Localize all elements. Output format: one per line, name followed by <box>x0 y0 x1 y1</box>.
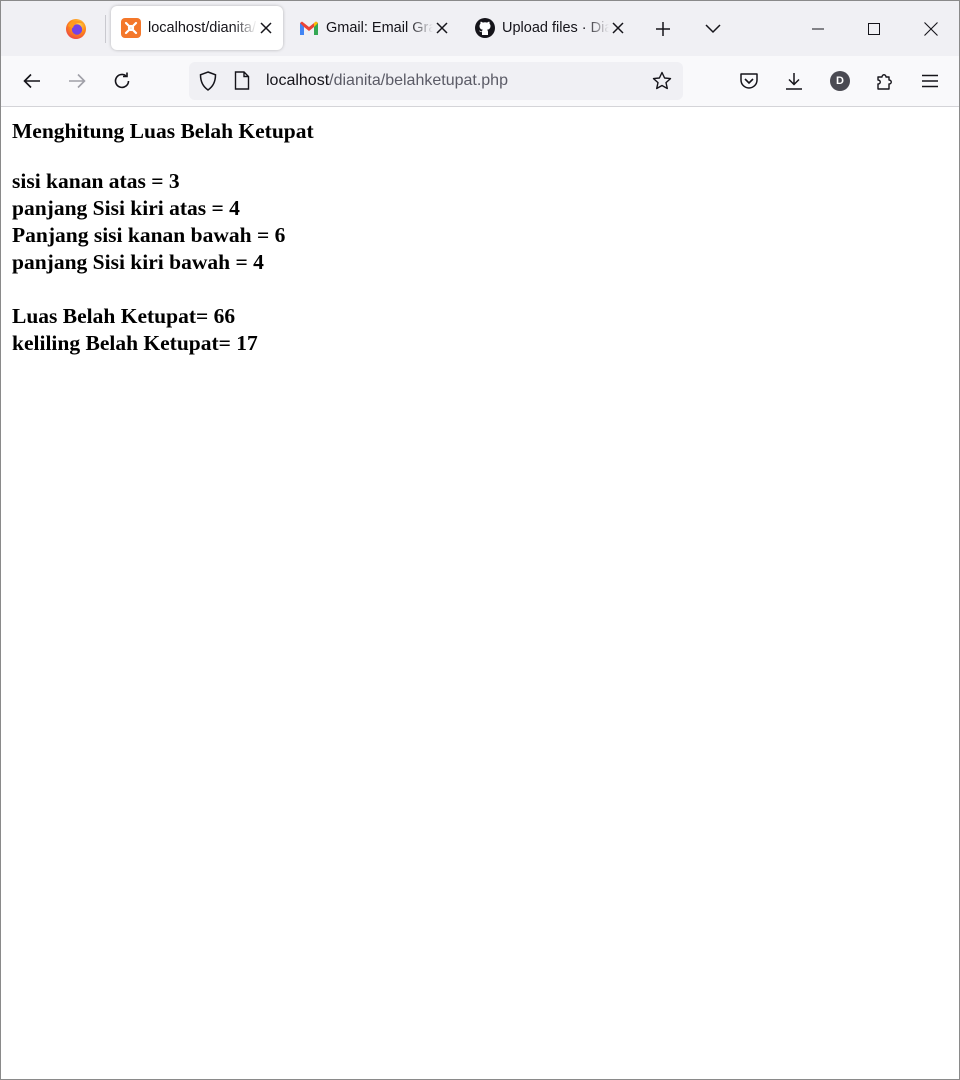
url-text[interactable]: localhost/dianita/belahketupat.php <box>266 72 508 90</box>
tab-localhost[interactable]: localhost/dianita/belahketupat.php <box>111 6 283 50</box>
download-icon <box>786 73 802 90</box>
forward-button[interactable] <box>61 65 93 97</box>
close-window-button[interactable] <box>903 1 959 56</box>
gmail-icon <box>299 18 319 38</box>
menu-button[interactable] <box>914 65 946 97</box>
area-result: Luas Belah Ketupat= 66 <box>12 304 236 328</box>
url-host: localhost <box>266 72 330 89</box>
back-button[interactable] <box>16 65 48 97</box>
tab-gmail[interactable]: Gmail: Email Gratis <box>289 6 459 50</box>
url-path: /dianita/belahketupat.php <box>329 72 508 89</box>
close-tab-icon[interactable] <box>257 19 275 37</box>
extensions-button[interactable] <box>869 65 901 97</box>
page-heading: Menghitung Luas Belah Ketupat <box>12 119 314 143</box>
url-bar[interactable]: localhost/dianita/belahketupat.php <box>189 62 683 100</box>
arrow-left-icon <box>23 73 40 89</box>
side-line: panjang Sisi kiri atas = 4 <box>12 196 240 220</box>
page-icon[interactable] <box>234 71 250 95</box>
chevron-down-icon <box>705 24 721 34</box>
avatar-initial: D <box>836 75 844 87</box>
close-icon <box>924 21 938 36</box>
xampp-icon <box>121 18 141 38</box>
perimeter-result: keliling Belah Ketupat= 17 <box>12 331 258 355</box>
hamburger-menu-icon <box>922 74 938 88</box>
side-line: panjang Sisi kiri bawah = 4 <box>12 250 264 274</box>
reload-button[interactable] <box>106 65 138 97</box>
close-tab-icon[interactable] <box>433 19 451 37</box>
puzzle-icon <box>877 74 892 90</box>
bookmark-star-icon[interactable] <box>652 71 672 96</box>
side-line: sisi kanan atas = 3 <box>12 169 180 193</box>
browser-window: localhost/dianita/belahketupat.php Gmail… <box>0 0 960 1080</box>
close-tab-icon[interactable] <box>609 19 627 37</box>
minimize-icon <box>812 28 824 29</box>
reload-icon <box>114 72 130 89</box>
navigation-toolbar: localhost/dianita/belahketupat.php D <box>1 56 959 107</box>
page-content: Menghitung Luas Belah Ketupat sisi kanan… <box>12 107 942 357</box>
maximize-icon <box>868 22 880 35</box>
arrow-right-icon <box>69 73 86 89</box>
avatar: D <box>830 71 850 91</box>
account-button[interactable]: D <box>824 65 856 97</box>
tab-separator <box>105 15 106 43</box>
firefox-icon[interactable] <box>65 18 87 40</box>
minimize-button[interactable] <box>790 1 846 56</box>
tab-title: Upload files · Dianita <box>502 20 609 36</box>
tab-title: localhost/dianita/belahketupat.php <box>148 20 257 36</box>
shield-icon[interactable] <box>199 71 217 96</box>
tab-strip: localhost/dianita/belahketupat.php Gmail… <box>1 1 959 56</box>
downloads-button[interactable] <box>778 65 810 97</box>
list-all-tabs-button[interactable] <box>699 15 727 43</box>
tab-title: Gmail: Email Gratis <box>326 20 433 36</box>
side-line: Panjang sisi kanan bawah = 6 <box>12 223 286 247</box>
maximize-button[interactable] <box>846 1 902 56</box>
pocket-icon <box>740 73 758 89</box>
new-tab-button[interactable] <box>649 15 677 43</box>
github-icon <box>475 18 495 38</box>
tab-github[interactable]: Upload files · Dianita <box>465 6 635 50</box>
pocket-button[interactable] <box>733 65 765 97</box>
plus-icon <box>656 22 670 36</box>
